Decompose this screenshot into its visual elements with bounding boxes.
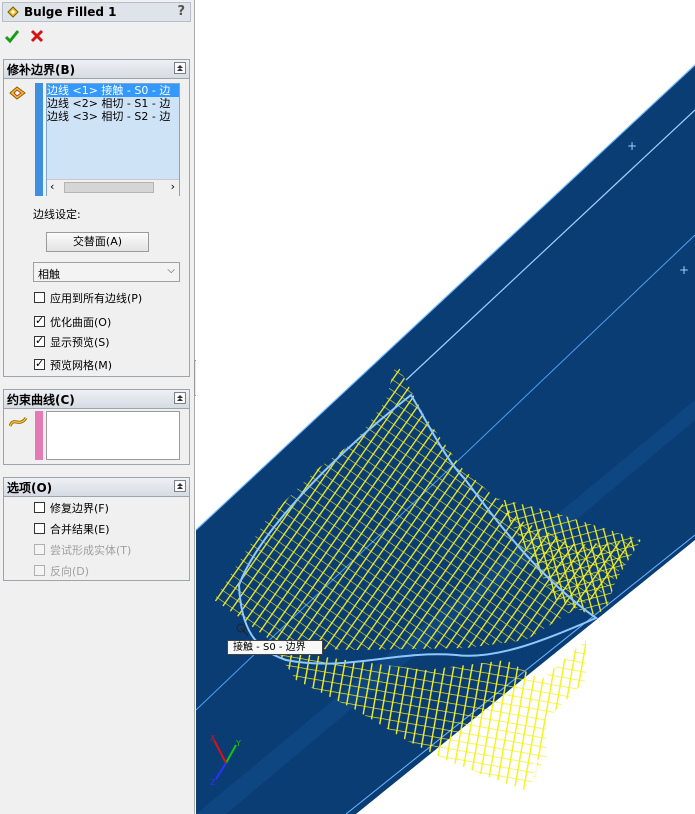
fix-boundary-checkbox[interactable] <box>34 502 45 513</box>
patch-boundary-title: 修补边界(B) <box>7 63 76 77</box>
horizontal-scrollbar[interactable]: ‹ › <box>47 179 179 196</box>
cross-icon[interactable] <box>29 28 45 44</box>
list-item[interactable]: 边线 <1> 接触 - S0 - 边 <box>47 84 179 97</box>
selection-color-stripe <box>35 411 43 460</box>
optimize-surface-label: 优化曲面(O) <box>50 316 112 329</box>
reverse-label: 反向(D) <box>50 565 90 578</box>
chevron-down-icon: ⌵ <box>167 265 175 276</box>
preview-mesh-label: 预览网格(M) <box>50 359 113 372</box>
preview-mesh-checkbox[interactable] <box>34 357 45 370</box>
scroll-right-icon[interactable]: › <box>171 180 175 193</box>
options-header[interactable]: 选项(O) <box>4 478 189 497</box>
curvature-condition-dropdown[interactable]: 相触 ⌵ <box>33 262 180 282</box>
svg-text:Z: Z <box>210 778 216 787</box>
plus-marker-icon: + <box>679 263 689 277</box>
dropdown-value: 相触 <box>38 268 60 281</box>
watermark-url: jingyan.baidu.com <box>565 785 658 796</box>
collapse-chevron-icon[interactable] <box>174 392 186 404</box>
collapse-chevron-icon[interactable] <box>174 480 186 492</box>
checkmark-icon[interactable] <box>4 28 20 44</box>
feature-title: Bulge Filled 1 <box>24 5 117 19</box>
scroll-left-icon[interactable]: ‹ <box>50 180 54 193</box>
edge-selection-icon <box>9 86 26 100</box>
try-solid-checkbox <box>34 544 45 555</box>
graphics-viewport[interactable]: + + X Y Z Bai百经验 jingyan.baidu.com <box>196 0 695 814</box>
apply-all-edges-label: 应用到所有边线(P) <box>50 292 143 305</box>
plus-marker-icon: + <box>627 139 637 153</box>
collapse-chevron-icon[interactable] <box>174 62 186 74</box>
constraint-curves-title: 约束曲线(C) <box>7 393 75 407</box>
model-view[interactable]: + + X Y Z Bai百经验 jingyan.baidu.com <box>196 0 695 814</box>
try-solid-label: 尝试形成实体(T) <box>50 544 132 557</box>
curve-selection-icon <box>9 417 27 427</box>
optimize-surface-checkbox[interactable] <box>34 314 45 327</box>
svg-text:Y: Y <box>235 739 241 748</box>
show-preview-label: 显示预览(S) <box>50 336 110 349</box>
edge-tooltip: 接触 - S0 - 边界 <box>227 640 323 655</box>
property-manager-titlebar: Bulge Filled 1 ? <box>2 2 191 22</box>
property-manager-panel: Bulge Filled 1 ? 修补边界(B) 边线 <1> 接触 - S0 … <box>0 0 195 814</box>
options-title: 选项(O) <box>7 481 53 495</box>
selection-color-stripe <box>35 83 43 196</box>
merge-result-label: 合并结果(E) <box>50 523 110 536</box>
reverse-checkbox <box>34 565 45 576</box>
list-item[interactable]: 边线 <3> 相切 - S2 - 边 <box>47 110 179 123</box>
edge-settings-label: 边线设定: <box>33 208 81 221</box>
constraint-curves-header[interactable]: 约束曲线(C) <box>4 390 189 409</box>
patch-boundary-header[interactable]: 修补边界(B) <box>4 60 189 79</box>
fill-surface-icon <box>7 6 19 18</box>
apply-all-edges-checkbox[interactable] <box>34 292 45 303</box>
help-button[interactable]: ? <box>177 4 185 19</box>
list-item[interactable]: 边线 <2> 相切 - S1 - 边 <box>47 97 179 110</box>
alternate-face-button[interactable]: 交替面(A) <box>46 232 149 252</box>
svg-text:X: X <box>210 734 216 743</box>
scrollbar-thumb[interactable] <box>64 182 154 193</box>
fix-boundary-label: 修复边界(F) <box>50 502 109 515</box>
show-preview-checkbox[interactable] <box>34 334 45 347</box>
watermark-logo: Bai百经验 <box>531 756 636 782</box>
constraint-curves-list[interactable] <box>46 411 180 460</box>
merge-result-checkbox[interactable] <box>34 523 45 534</box>
